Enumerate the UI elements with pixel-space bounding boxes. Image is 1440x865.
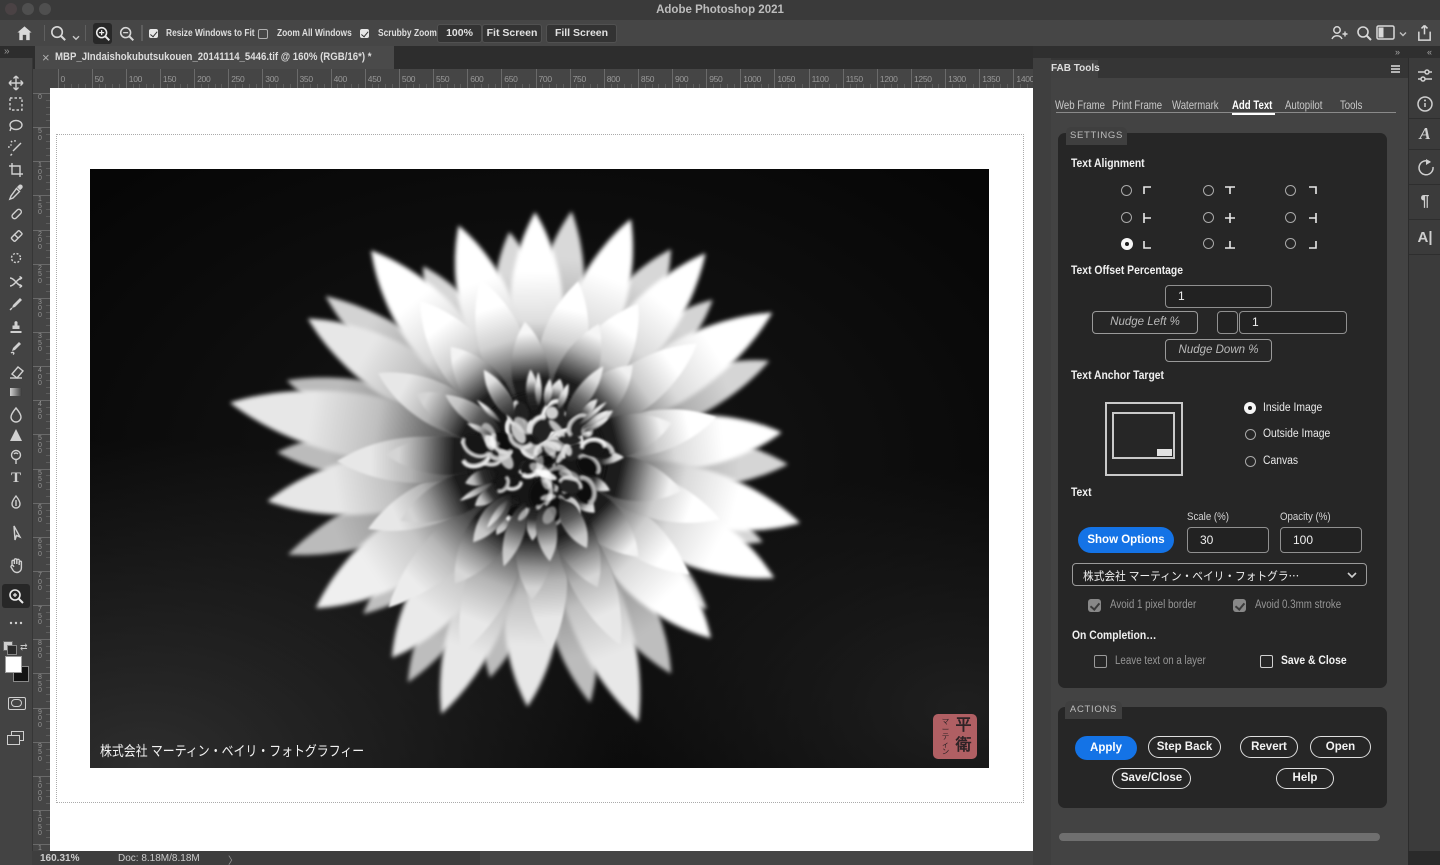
svg-text:T: T bbox=[11, 470, 21, 486]
